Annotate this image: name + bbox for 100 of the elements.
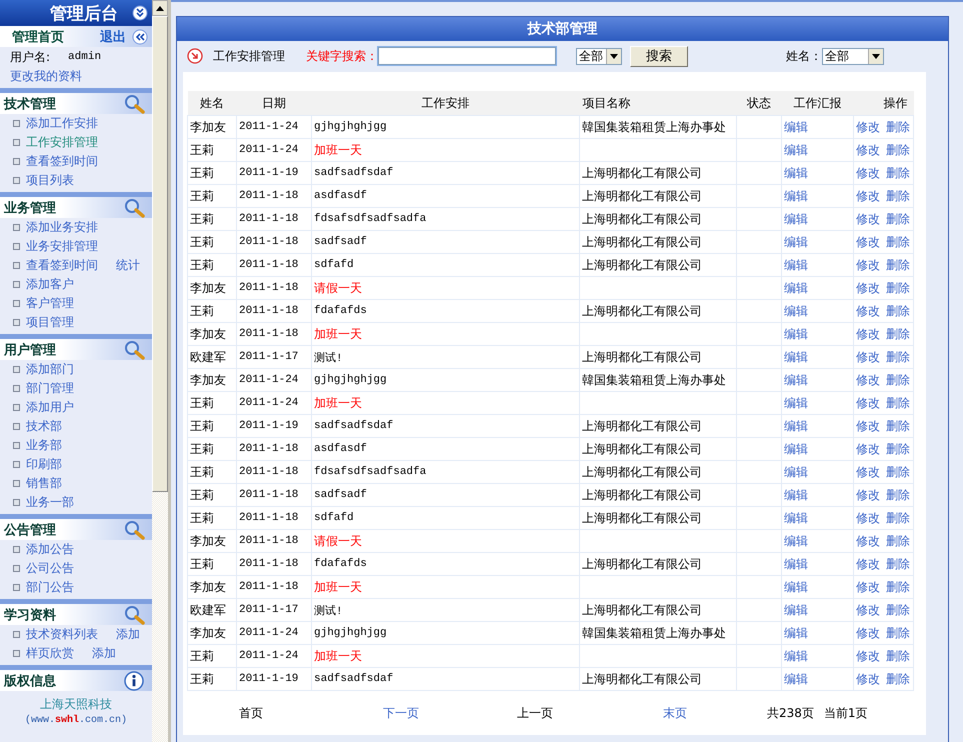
action-link[interactable]: 修改 [856,234,880,250]
action-link[interactable]: 删除 [886,302,910,320]
menu-item[interactable]: 添加工作安排 [26,115,98,132]
menu-item[interactable]: 客户管理 [26,295,74,312]
table-cell: 2011-1-18 [236,184,312,208]
action-link[interactable]: 修改 [856,280,880,296]
menu-item[interactable]: 添加用户 [26,399,74,416]
action-link[interactable]: 删除 [886,234,910,250]
action-link[interactable]: 删除 [886,648,910,664]
action-link[interactable]: 删除 [886,624,910,642]
action-link[interactable]: 修改 [856,210,880,228]
menu-item[interactable]: 项目列表 [26,172,74,189]
action-link[interactable]: 修改 [856,326,880,342]
table-cell: 2011-1-19 [236,414,312,438]
search-button[interactable]: 搜索 [630,46,688,66]
action-link[interactable]: 删除 [886,578,910,596]
action-link[interactable]: 删除 [886,348,910,366]
menu-item[interactable]: 业务部 [26,437,62,454]
menu-item[interactable]: 添加客户 [26,276,74,293]
action-link[interactable]: 修改 [856,142,880,158]
action-link[interactable]: 修改 [856,394,880,412]
action-link[interactable]: 修改 [856,464,880,480]
action-link[interactable]: 删除 [886,142,910,158]
search-field[interactable] [378,47,556,65]
dropdown-icon[interactable] [872,54,880,58]
sidebar-title: 管理后台 [50,2,118,24]
menu-item[interactable]: 工作安排管理 [26,134,98,151]
menu-item[interactable]: 查看签到时间 [26,153,98,170]
menu-item[interactable]: 添加部门 [26,361,74,378]
action-link[interactable]: 删除 [886,486,910,504]
action-link[interactable]: 修改 [856,556,880,572]
action-link[interactable]: 删除 [886,532,910,550]
action-link[interactable]: 删除 [886,440,910,458]
menu-item[interactable]: 业务一部 [26,494,74,511]
action-link[interactable]: 删除 [886,418,910,434]
dropdown-icon[interactable] [610,54,618,58]
action-link[interactable]: 删除 [886,210,910,228]
scrollbar[interactable] [152,0,168,742]
menu-item[interactable]: 添加业务安排 [26,219,98,236]
action-link[interactable]: 删除 [886,464,910,480]
action-link[interactable]: 修改 [856,578,880,596]
action-link[interactable]: 修改 [856,602,880,618]
search-label: 关键字搜索： [306,48,378,64]
action-link[interactable]: 修改 [856,418,880,434]
menu-item[interactable]: 部门管理 [26,380,74,397]
action-link[interactable]: 删除 [886,164,910,182]
menu-item[interactable]: 销售部 [26,475,62,492]
pagination-link[interactable]: 末页 [663,704,687,722]
scroll-up-icon[interactable] [156,5,164,11]
table-cell: fdsafsdfsadfsadfa [312,208,580,230]
menu-item[interactable]: 技术部 [26,418,62,435]
action-link[interactable]: 修改 [856,532,880,550]
action-link[interactable]: 修改 [856,302,880,320]
action-link[interactable]: 删除 [886,670,910,688]
action-link[interactable]: 修改 [856,118,880,136]
action-link[interactable]: 修改 [856,510,880,526]
action-link[interactable]: 删除 [886,280,910,296]
action-link[interactable]: 删除 [886,188,910,204]
action-link[interactable]: 删除 [886,556,910,572]
action-link[interactable]: 修改 [856,164,880,182]
action-link[interactable]: 删除 [886,372,910,388]
action-link[interactable]: 删除 [886,118,910,136]
menu-item[interactable]: 添加公告 [26,541,74,558]
category-select[interactable]: 全部 [576,48,622,64]
action-link[interactable]: 修改 [856,256,880,274]
menu-item[interactable]: 项目管理 [26,314,74,331]
edit-profile-link[interactable]: 更改我的资料 [10,68,82,85]
name-select[interactable]: 全部 [822,48,884,64]
action-link[interactable]: 修改 [856,188,880,204]
menu-item[interactable]: 样页欣赏 [26,645,74,662]
menu-link[interactable]: 添加 [92,645,116,662]
menu-item[interactable]: 部门公告 [26,579,74,596]
table-cell: 上海明都化工有限公司 [580,230,736,254]
action-link[interactable]: 修改 [856,348,880,366]
table-cell: 2011-1-17 [236,346,312,368]
home-link[interactable]: 管理首页 [12,28,100,46]
table-cell: 上海明都化工有限公司 [580,346,736,368]
menu-link[interactable]: 统计 [116,257,140,274]
pagination-link[interactable]: 下一页 [383,704,419,722]
action-link[interactable]: 删除 [886,326,910,342]
action-link[interactable]: 删除 [886,510,910,526]
action-link[interactable]: 修改 [856,624,880,642]
collapse-icon[interactable] [132,5,148,21]
menu-item[interactable]: 公司公告 [26,560,74,577]
action-link[interactable]: 删除 [886,394,910,412]
action-link[interactable]: 删除 [886,602,910,618]
action-link[interactable]: 删除 [886,256,910,274]
logout-link[interactable]: 退出 [100,28,126,46]
action-link[interactable]: 修改 [856,486,880,504]
menu-item[interactable]: 印刷部 [26,456,62,473]
menu-item[interactable]: 技术资料列表 [26,626,98,643]
menu-item[interactable]: 查看签到时间 [26,257,98,274]
action-link[interactable]: 修改 [856,372,880,388]
action-link[interactable]: 修改 [856,648,880,664]
action-link[interactable]: 修改 [856,670,880,688]
menu-item[interactable]: 业务安排管理 [26,238,98,255]
table-cell: sadfsadfsdaf [312,162,580,184]
action-link[interactable]: 修改 [856,440,880,458]
collapse-icon[interactable] [132,28,148,44]
menu-link[interactable]: 添加 [116,626,140,643]
